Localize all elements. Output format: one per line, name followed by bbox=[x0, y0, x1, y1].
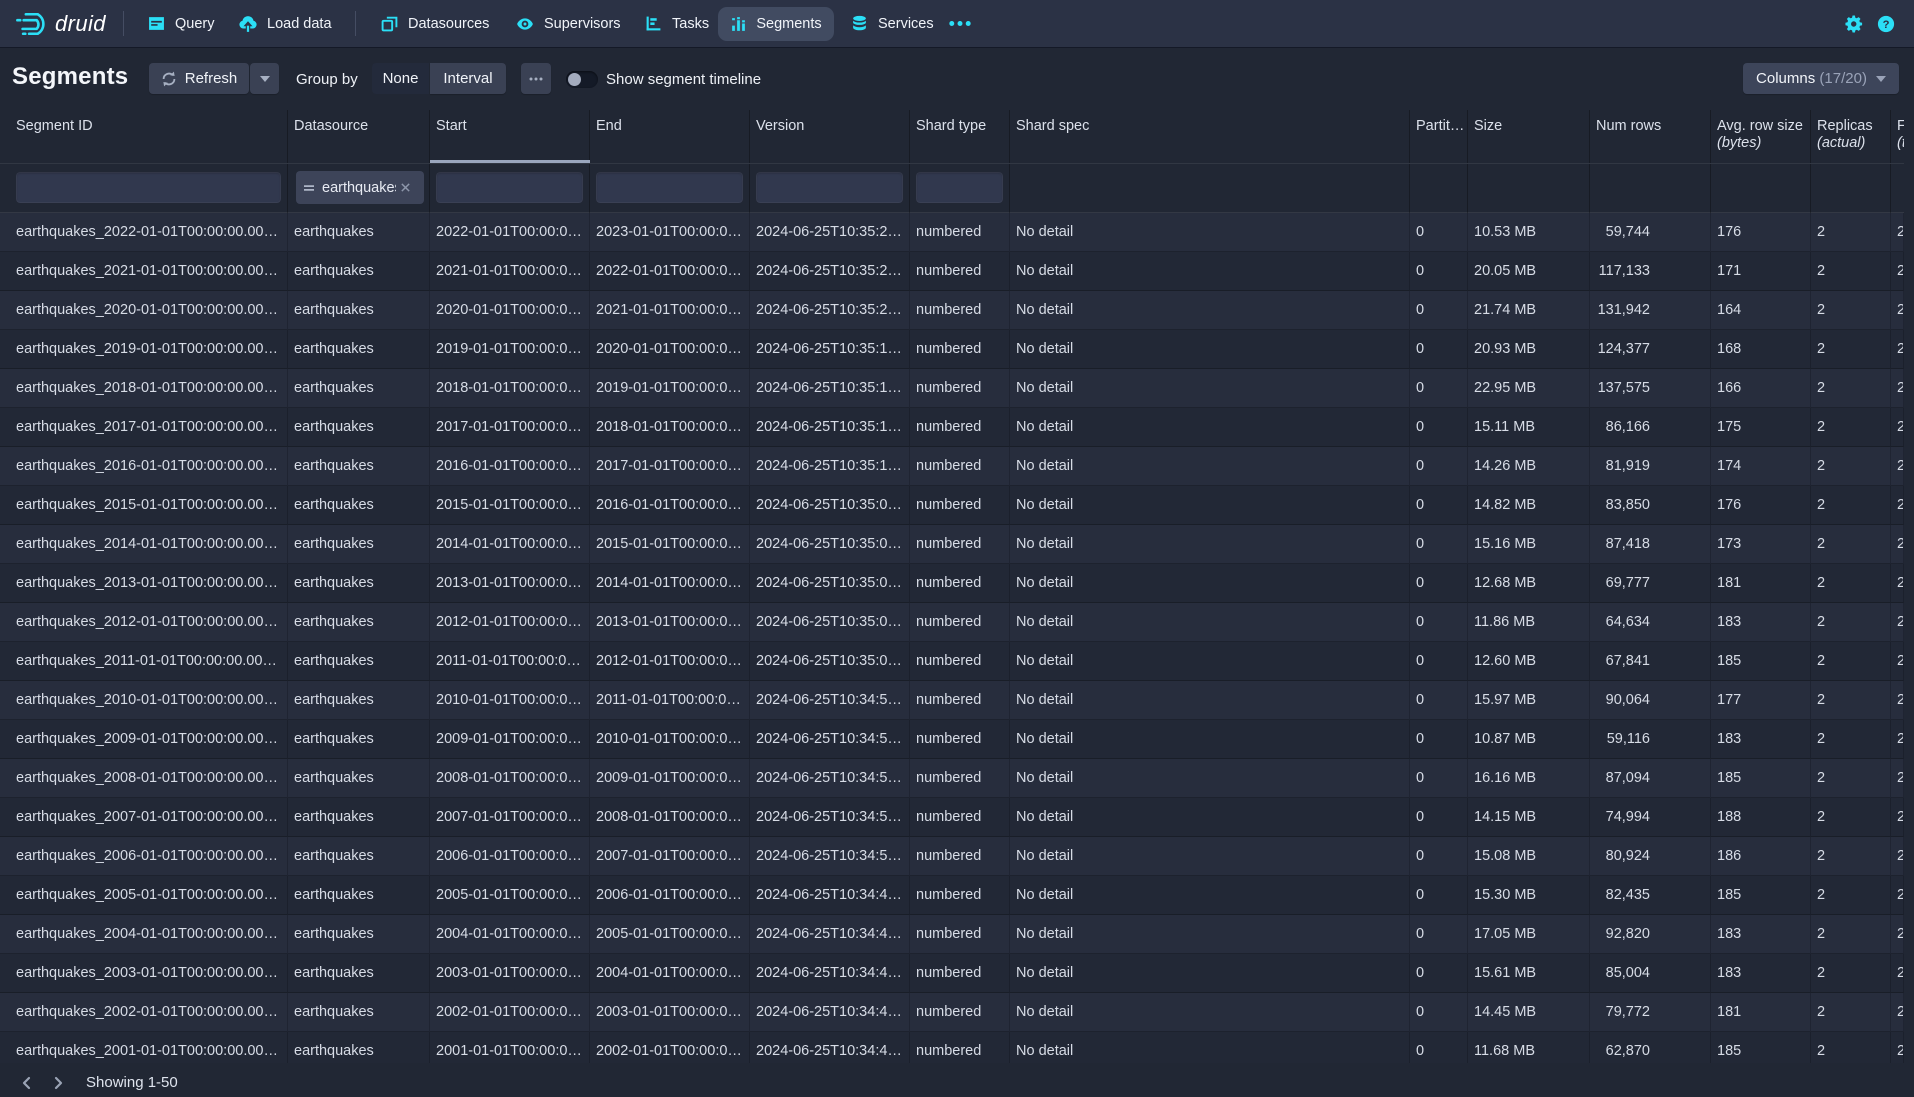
svg-text:?: ? bbox=[1883, 18, 1890, 30]
